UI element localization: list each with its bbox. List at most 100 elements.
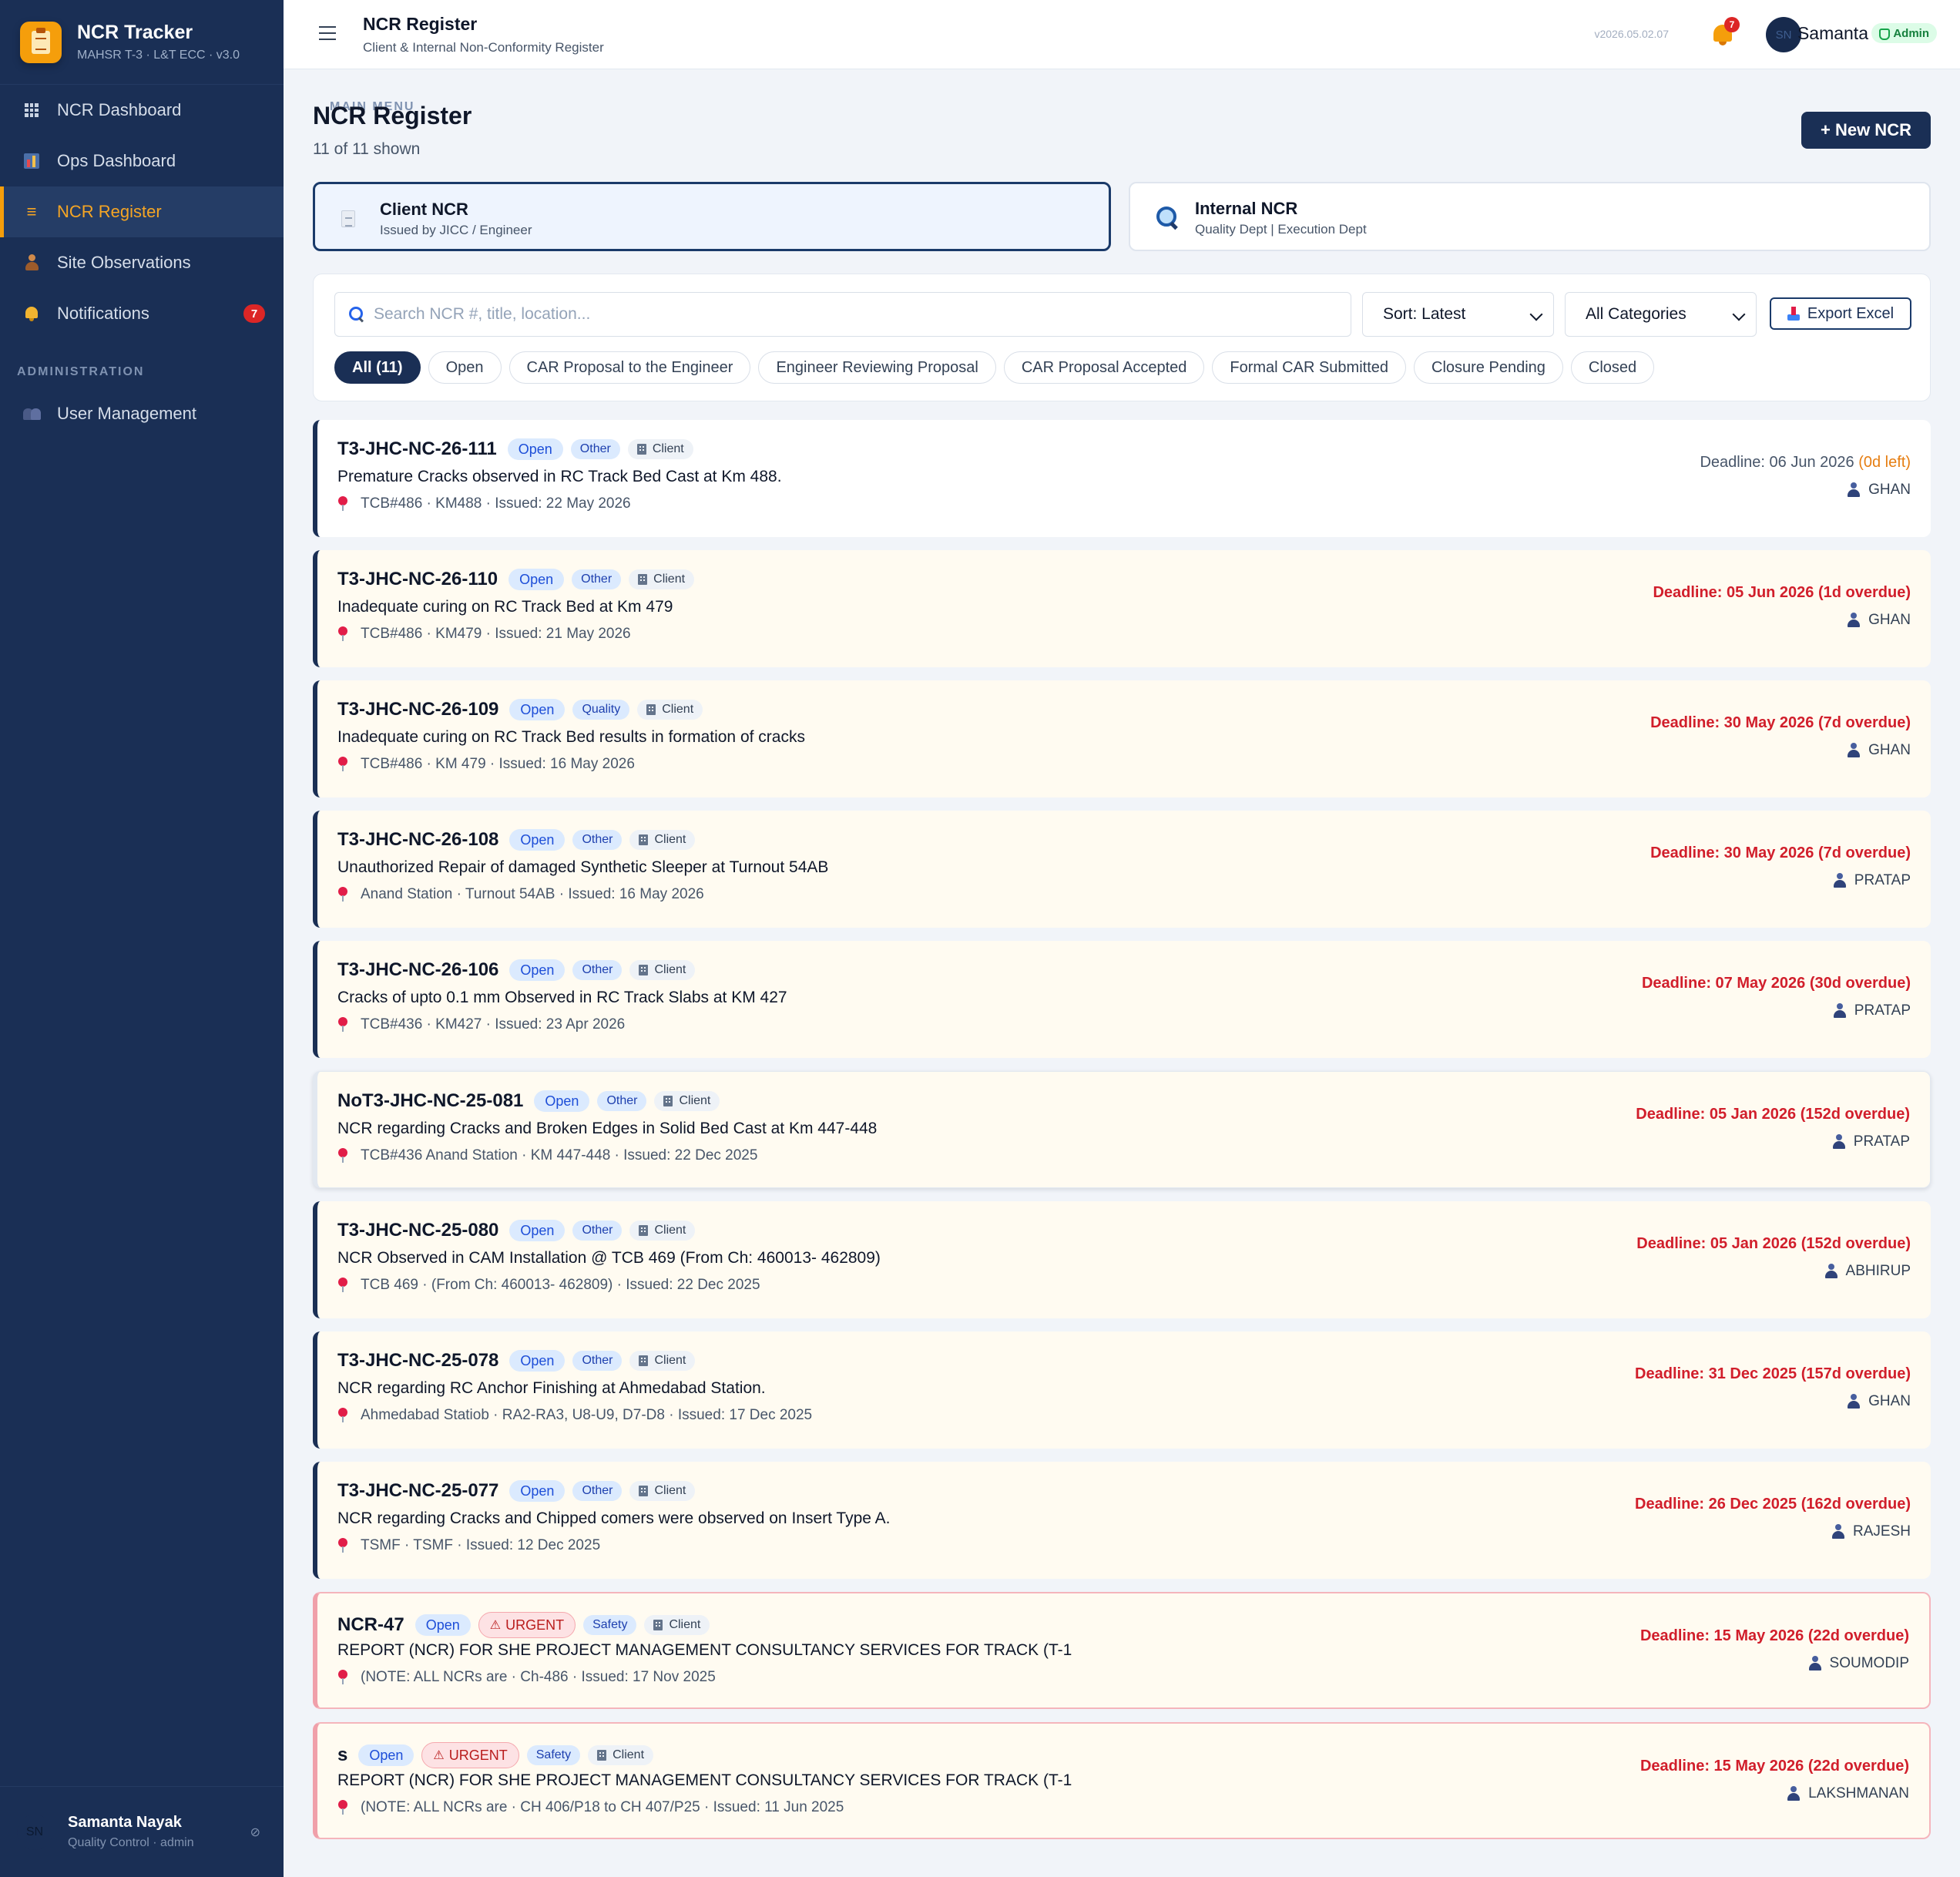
chip-car-accepted[interactable]: CAR Proposal Accepted: [1003, 351, 1205, 384]
source-label: Client: [612, 1748, 645, 1761]
ncr-card[interactable]: NoT3-JHC-NC-25-081 Open Other Client NCR…: [313, 1071, 1931, 1188]
magnifier-icon: [1156, 207, 1176, 227]
assignee-name: GHAN: [1868, 612, 1911, 628]
building-icon: [639, 1486, 649, 1496]
chip-car-proposal[interactable]: CAR Proposal to the Engineer: [508, 351, 751, 384]
avatar[interactable]: SN: [1766, 17, 1801, 52]
client-ncr-tab[interactable]: Client NCR Issued by JICC / Engineer: [313, 182, 1111, 251]
chip-all[interactable]: All (11): [334, 351, 421, 384]
assignee: ABHIRUP: [1824, 1263, 1911, 1280]
search-input[interactable]: [374, 305, 1329, 324]
ncr-card[interactable]: T3-JHC-NC-25-078 Open Other Client NCR r…: [313, 1331, 1931, 1449]
location-pin-icon: [337, 496, 348, 512]
ncr-card[interactable]: NCR-47 Open ⚠ URGENT Safety Client REPORT…: [313, 1592, 1931, 1709]
sidebar-item-ops-dashboard[interactable]: Ops Dashboard: [0, 136, 284, 186]
status-badge: Open: [509, 1220, 566, 1241]
chip-formal-car[interactable]: Formal CAR Submitted: [1212, 351, 1407, 384]
notifications-bell-icon[interactable]: 7: [1712, 17, 1740, 46]
building-icon: [653, 1620, 663, 1630]
ncr-meta: TCB#486 · KM 479 · Issued: 16 May 2026: [337, 756, 635, 773]
ncr-card[interactable]: T3-JHC-NC-26-110 Open Other Client Inade…: [313, 550, 1931, 667]
assignee-name: LAKSHMANAN: [1808, 1785, 1909, 1801]
client-ncr-title: Client NCR: [380, 200, 468, 219]
sidebar: NCR Tracker MAHSR T-3 · L&T ECC · v3.0 M…: [0, 0, 413, 1877]
document-icon: [341, 210, 360, 229]
sidebar-item-user-management[interactable]: User Management: [0, 388, 284, 439]
chip-closed[interactable]: Closed: [1570, 351, 1655, 384]
assignee-name: PRATAP: [1853, 1133, 1910, 1150]
page-header-title: NCR Register: [363, 14, 478, 34]
status-badge: Open: [509, 1350, 566, 1372]
settings-icon[interactable]: ⊘: [250, 1825, 260, 1840]
ncr-meta: TCB#436 Anand Station · KM 447-448 · Iss…: [337, 1147, 757, 1164]
grid-icon: [23, 102, 40, 119]
assignee: PRATAP: [1833, 872, 1911, 889]
ncr-location: TSMF · TSMF · Issued: 12 Dec 2025: [361, 1537, 601, 1553]
menu-toggle-icon[interactable]: [319, 26, 336, 40]
status-badge: Open: [507, 438, 563, 460]
person-icon: [1847, 613, 1861, 628]
source-badge: Client: [629, 1481, 696, 1501]
new-ncr-button[interactable]: + New NCR: [1801, 112, 1931, 149]
urgent-label: URGENT: [505, 1617, 565, 1633]
client-ncr-subtitle: Issued by JICC / Engineer: [380, 223, 532, 237]
assignee-name: ABHIRUP: [1845, 1263, 1911, 1279]
ncr-title: NCR Observed in CAM Installation @ TCB 4…: [337, 1249, 881, 1267]
ncr-card[interactable]: T3-JHC-NC-26-106 Open Other Client Crack…: [313, 941, 1931, 1058]
ncr-card[interactable]: T3-JHC-NC-26-111 Open Other Client Prema…: [313, 420, 1931, 537]
location-pin-icon: [337, 626, 348, 642]
search-box[interactable]: [334, 292, 1351, 337]
ncr-card[interactable]: T3-JHC-NC-26-109 Open Quality Client Ina…: [313, 680, 1931, 797]
filter-panel: Sort: Latest All Categories Export Excel…: [313, 274, 1931, 401]
ncr-meta: Ahmedabad Statiob · RA2-RA3, U8-U9, D7-D…: [337, 1407, 812, 1424]
chip-open[interactable]: Open: [428, 351, 502, 384]
building-icon: [639, 1225, 649, 1236]
assignee: GHAN: [1847, 482, 1911, 499]
chip-closure-pending[interactable]: Closure Pending: [1414, 351, 1563, 384]
ncr-location: TCB#436 Anand Station · KM 447-448 · Iss…: [361, 1147, 758, 1163]
chip-engineer-reviewing[interactable]: Engineer Reviewing Proposal: [758, 351, 996, 384]
deadline: Deadline: 15 May 2026 (22d overdue): [1639, 1627, 1909, 1644]
deadline-note: (0d left): [1858, 454, 1911, 471]
status-badge: Open: [509, 959, 566, 981]
sort-select[interactable]: Sort: Latest: [1362, 292, 1554, 337]
internal-ncr-tab[interactable]: Internal NCR Quality Dept | Execution De…: [1129, 182, 1931, 251]
bell-icon: [23, 305, 40, 322]
location-pin-icon: [337, 1800, 348, 1815]
assignee-name: RAJESH: [1853, 1523, 1911, 1540]
source-label: Client: [654, 963, 686, 976]
ncr-card[interactable]: T3-JHC-NC-26-108 Open Other Client Unaut…: [313, 811, 1931, 928]
sidebar-item-site-observations[interactable]: Site Observations: [0, 237, 284, 288]
building-icon: [636, 444, 646, 455]
current-user-name[interactable]: Samanta: [1797, 23, 1868, 44]
ncr-card[interactable]: s Open ⚠ URGENT Safety Client REPORT (NCR…: [313, 1722, 1931, 1839]
search-icon: [349, 307, 364, 322]
export-excel-button[interactable]: Export Excel: [1770, 297, 1911, 330]
sidebar-user-profile[interactable]: SN Samanta Nayak Quality Control · admin…: [0, 1786, 284, 1877]
sidebar-item-ncr-dashboard[interactable]: NCR Dashboard: [0, 85, 284, 136]
assignee-name: SOUMODIP: [1829, 1655, 1909, 1671]
sidebar-item-notifications[interactable]: Notifications 7: [0, 288, 284, 339]
urgent-badge: ⚠ URGENT: [421, 1742, 519, 1768]
location-pin-icon: [337, 1670, 348, 1685]
source-badge: Client: [654, 1091, 720, 1111]
person-icon: [1831, 1524, 1845, 1540]
location-pin-icon: [337, 1538, 348, 1553]
ncr-number: T3-JHC-NC-26-110: [337, 569, 498, 589]
export-excel-label: Export Excel: [1807, 304, 1895, 322]
sidebar-item-ncr-register[interactable]: ≡ NCR Register: [0, 186, 284, 237]
clipboard-icon: [20, 21, 62, 63]
deadline-date: Deadline: 06 Jun 2026: [1700, 454, 1854, 471]
source-label: Client: [654, 833, 686, 846]
ncr-location: (NOTE: ALL NCRs are · CH 406/P18 to CH 4…: [361, 1799, 844, 1815]
ncr-card[interactable]: T3-JHC-NC-25-080 Open Other Client NCR O…: [313, 1201, 1931, 1318]
brand-title: NCR Tracker: [77, 22, 193, 43]
location-pin-icon: [337, 757, 348, 772]
ncr-card[interactable]: T3-JHC-NC-25-077 Open Other Client NCR r…: [313, 1462, 1931, 1579]
ncr-number: T3-JHC-NC-25-080: [337, 1220, 499, 1241]
category-select[interactable]: All Categories: [1565, 292, 1757, 337]
source-label: Client: [654, 1484, 686, 1497]
status-badge: Open: [509, 829, 566, 851]
sidebar-item-label: NCR Dashboard: [57, 100, 182, 119]
category-badge: Safety: [583, 1615, 637, 1635]
